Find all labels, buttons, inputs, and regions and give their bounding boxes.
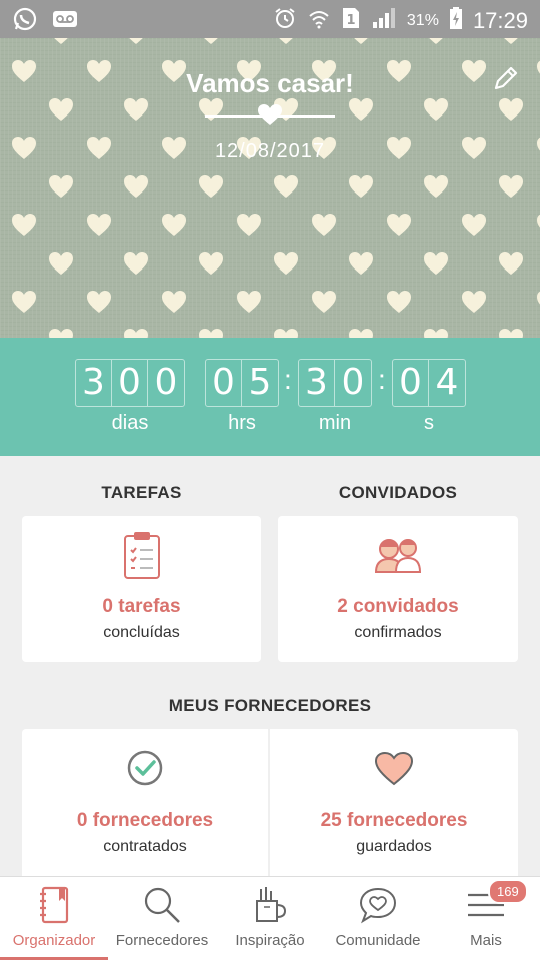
countdown-seconds: 0 4 (392, 359, 466, 407)
heart-divider-icon (258, 104, 282, 131)
nav-mais-label: Mais (470, 932, 502, 949)
nav-comunidade-label: Comunidade (335, 932, 421, 949)
heart-icon (374, 751, 414, 792)
hired-vendors-card[interactable]: 0 fornecedores contratados (22, 729, 268, 876)
tasks-count: 0 tarefas (102, 596, 181, 617)
voicemail-icon (52, 9, 78, 34)
countdown-separator: : (378, 364, 386, 395)
countdown-hours: 0 5 (205, 359, 279, 407)
hours-digit: 5 (248, 362, 272, 403)
hired-vendors-count: 0 fornecedores (76, 810, 214, 831)
wedding-date: 12/08/2017 (214, 140, 326, 162)
nav-inspiracao[interactable]: Inspiração (216, 877, 324, 960)
days-digit: 0 (154, 362, 178, 403)
clipboard-icon (122, 530, 162, 585)
pencil-icon[interactable] (492, 64, 520, 97)
days-digit: 3 (76, 360, 112, 406)
nav-fornecedores[interactable]: Fornecedores (108, 877, 216, 960)
bottom-navigation: Organizador Fornecedores Inspiração Comu… (0, 876, 540, 960)
days-label: dias (111, 412, 149, 434)
guests-card[interactable]: 2 convidados confirmados (278, 516, 518, 662)
nav-organizador-label: Organizador (12, 932, 96, 949)
countdown-days: 3 0 0 (75, 359, 185, 407)
vendors-heading: MEUS FORNECEDORES (168, 696, 372, 715)
saved-vendors-count: 25 fornecedores (320, 810, 468, 831)
nav-mais[interactable]: 169 Mais (432, 877, 540, 960)
signal-icon (371, 6, 397, 36)
hired-vendors-sub: contratados (103, 838, 187, 855)
countdown-minutes: 3 0 (298, 359, 372, 407)
minutes-digit: 3 (299, 360, 335, 406)
alarm-icon (273, 6, 297, 36)
couple-icon (372, 534, 424, 579)
nav-inspiracao-label: Inspiração (235, 932, 305, 949)
countdown-panel: 3 0 0 0 5 : 3 0 : 0 4 dias hrs min s (0, 338, 540, 456)
svg-text:1: 1 (346, 13, 355, 28)
saved-vendors-sub: guardados (356, 838, 432, 855)
nav-comunidade[interactable]: Comunidade (324, 877, 432, 960)
tasks-card[interactable]: 0 tarefas concluídas (22, 516, 261, 662)
clock: 17:29 (472, 8, 528, 33)
hours-label: hrs (228, 412, 256, 434)
tasks-sub: concluídas (103, 624, 180, 641)
sim-icon: 1 (341, 6, 361, 36)
seconds-digit: 0 (393, 360, 429, 406)
wifi-icon (307, 6, 331, 36)
nav-organizador[interactable]: Organizador (0, 877, 108, 960)
battery-percent: 31% (406, 12, 439, 29)
wedding-header: Vamos casar! 12/08/2017 (0, 38, 540, 338)
notebook-icon (37, 885, 71, 930)
status-bar: 1 31% 17:29 (0, 0, 540, 38)
search-icon (142, 885, 182, 930)
countdown-separator: : (284, 364, 292, 395)
inspiration-icon (252, 885, 288, 930)
saved-vendors-card[interactable]: 25 fornecedores guardados (270, 729, 518, 876)
guests-count: 2 convidados (337, 596, 459, 617)
hours-digit: 0 (206, 360, 242, 406)
wedding-title: Vamos casar! (186, 68, 354, 98)
minutes-label: min (318, 412, 352, 434)
minutes-digit: 0 (341, 362, 365, 403)
guests-sub: confirmados (354, 624, 442, 641)
days-digit: 0 (112, 360, 148, 406)
chat-heart-icon (358, 885, 398, 930)
battery-charging-icon (449, 6, 463, 36)
check-circle-icon (126, 749, 164, 792)
seconds-label: s (424, 412, 434, 434)
notification-badge: 169 (488, 879, 528, 904)
tasks-heading: TAREFAS (101, 483, 182, 502)
nav-fornecedores-label: Fornecedores (115, 932, 209, 949)
guests-heading: CONVIDADOS (338, 483, 458, 502)
whatsapp-icon (12, 6, 38, 37)
seconds-digit: 4 (435, 362, 459, 403)
